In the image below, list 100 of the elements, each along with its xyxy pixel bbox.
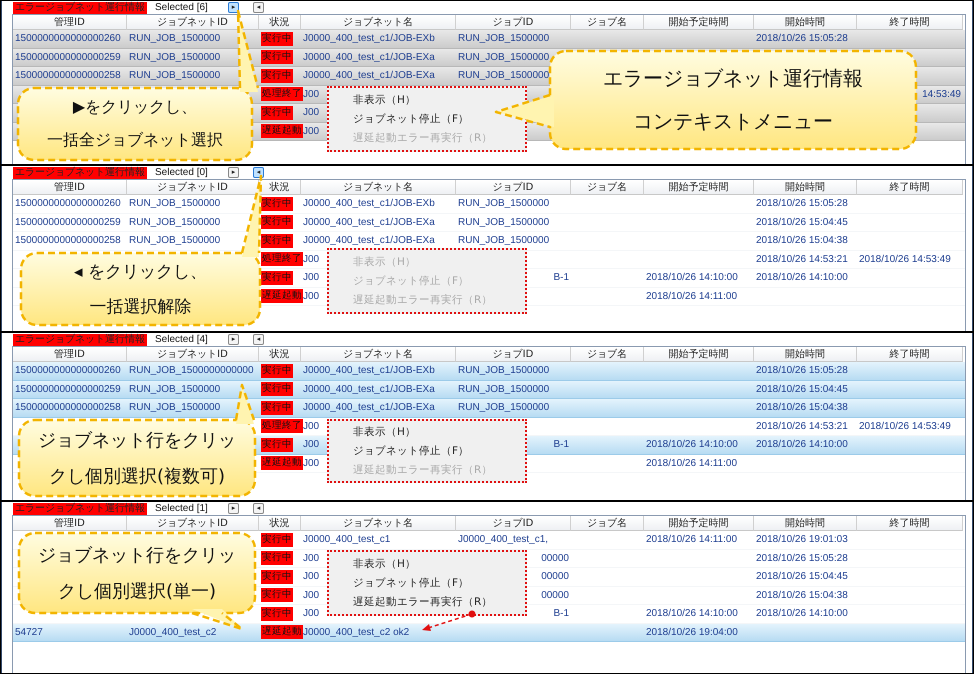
table-cell: 2018/10/26 15:04:45 <box>756 384 848 395</box>
panel-title: エラージョブネット運行情報 <box>13 334 147 346</box>
table-cell: 1500000000000000258 <box>15 70 121 82</box>
table-cell: 2018/10/26 14:11:00 <box>646 290 738 302</box>
table-cell: J0000_400_test_c1/JOB-EXb <box>303 33 435 44</box>
table-cell: RUN_JOB_1500000 <box>129 70 220 82</box>
table-cell: RUN_JOB_1500000 <box>458 33 550 44</box>
table-cell: 00000 <box>541 552 569 564</box>
table-cell: 1500000000000000258 <box>15 402 121 414</box>
table-cell: 2018/10/26 15:04:38 <box>756 590 848 601</box>
status-label: 遅延起動 <box>261 124 303 138</box>
table-cell: J00 <box>303 552 320 564</box>
panel-title: エラージョブネット運行情報 <box>13 2 147 14</box>
table-cell: J00 <box>303 439 320 450</box>
table-cell: 00000 <box>541 571 569 582</box>
selection-count: Selected [0] <box>155 167 209 178</box>
status-label: 実行中 <box>261 570 293 584</box>
table-cell: J0000_400_test_c1/JOB-EXa <box>303 70 435 82</box>
table-cell: J00 <box>303 571 320 582</box>
table-cell: 1500000000000000260 <box>15 365 121 376</box>
table-cell: 1500000000000000260 <box>15 198 121 210</box>
table-cell: J0000_400_test_c1 <box>303 534 390 546</box>
table-cell: 2018/10/26 15:05:28 <box>756 552 848 564</box>
status-label: 実行中 <box>261 270 293 285</box>
status-label: 遅延起動 <box>261 456 303 470</box>
table-cell: 2018/10/26 14:10:00 <box>756 272 848 284</box>
table-cell: 2018/10/26 15:04:45 <box>756 571 848 582</box>
status-label: 実行中 <box>261 234 293 248</box>
table-cell: 2018/10/26 14:10:00 <box>756 439 848 450</box>
table-cell: RUN_JOB_1500000 <box>458 52 550 63</box>
table-cell: J0000_400_test_c1/JOB-EXb <box>303 198 435 210</box>
table-cell: 1500000000000000259 <box>15 216 121 228</box>
table-cell: RUN_JOB_1500000 <box>458 235 550 246</box>
status-label: 実行中 <box>261 50 293 64</box>
table-cell: J00 <box>303 590 320 601</box>
table-cell: J00 <box>303 290 320 302</box>
table-cell: RUN_JOB_1500000 <box>458 198 550 210</box>
table-cell: J00 <box>303 88 320 100</box>
status-label: 実行中 <box>261 551 293 566</box>
table-cell: RUN_JOB_1500000 <box>129 198 220 210</box>
table-cell: J0000_400_test_c1/JOB-EXa <box>303 52 435 63</box>
status-label: 実行中 <box>261 438 293 452</box>
table-cell: RUN_JOB_1500000 <box>129 384 220 395</box>
table-cell: 2018/10/26 14:53:49 <box>859 420 951 432</box>
status-label: 実行中 <box>261 364 293 378</box>
table-cell: 1500000000000000260 <box>15 33 121 44</box>
status-label: 実行中 <box>261 68 293 83</box>
table-cell: B-1 <box>553 608 569 620</box>
table-cell: 2018/10/26 19:01:03 <box>756 534 848 546</box>
table-cell: RUN_JOB_1500000000000 <box>129 365 254 376</box>
table-cell: 1500000000000000258 <box>15 235 121 246</box>
status-label: 処理終了 <box>261 252 303 266</box>
table-cell: 54727 <box>15 626 43 638</box>
table-cell: 14:53:49 <box>922 88 961 100</box>
table-cell: 2018/10/26 14:11:00 <box>646 458 738 469</box>
table-cell: 2018/10/26 19:04:00 <box>646 626 738 638</box>
status-label: 遅延起動 <box>261 625 303 640</box>
table-cell: J00 <box>303 107 320 118</box>
table-cell: 1500000000000000259 <box>15 52 121 63</box>
table-cell: RUN_JOB_1500000 <box>129 216 220 228</box>
table-cell: 2018/10/26 15:05:28 <box>756 33 848 44</box>
status-label: 実行中 <box>261 532 293 547</box>
table-cell: 2018/10/26 15:04:38 <box>756 235 848 246</box>
table-cell: RUN_JOB_1500000 <box>458 384 550 395</box>
status-label: 実行中 <box>261 400 293 415</box>
table-cell: J0000_400_test_c1/JOB-EXa <box>303 216 435 228</box>
table-cell: 2018/10/26 14:10:00 <box>646 608 738 620</box>
status-label: 実行中 <box>261 606 293 621</box>
selection-count: Selected [6] <box>155 2 209 13</box>
table-cell: J00 <box>303 608 320 620</box>
table-cell: J0000_400_test_c2 <box>129 626 216 638</box>
selection-count: Selected [1] <box>155 503 209 514</box>
table-cell: J00 <box>303 420 320 432</box>
table-cell: RUN_JOB_1500000 <box>458 365 550 376</box>
selection-count: Selected [4] <box>155 334 209 345</box>
table-cell: J00 <box>303 458 320 469</box>
table-cell: 2018/10/26 14:10:00 <box>646 439 738 450</box>
table-cell: B-1 <box>553 272 569 284</box>
table-cell: 2018/10/26 15:05:28 <box>756 365 848 376</box>
table-cell: 2018/10/26 14:53:49 <box>859 254 951 265</box>
table-cell: J0000_400_test_c2 ok2 <box>303 626 410 638</box>
table-cell: J00 <box>303 126 320 137</box>
table-cell: 1500000000000000259 <box>15 384 121 395</box>
table-cell: 2018/10/26 15:05:28 <box>756 198 848 210</box>
status-label: 遅延起動 <box>261 289 303 304</box>
status-label: 実行中 <box>261 215 293 230</box>
table-cell: 00000 <box>541 590 569 601</box>
table-cell: RUN_JOB_1500000 <box>458 402 550 414</box>
table-cell: J0000_400_test_c1/JOB-EXb <box>303 365 435 376</box>
status-label: 実行中 <box>261 196 293 211</box>
table-cell: J0000_400_test_c1/JOB-EXa <box>303 384 435 395</box>
status-label: 実行中 <box>261 382 293 396</box>
table-cell: B-1 <box>553 439 569 450</box>
table-cell: 2018/10/26 14:11:00 <box>646 534 738 546</box>
table-cell: J0000_400_test_c1/JOB-EXa <box>303 402 435 414</box>
table-cell: 2018/10/26 15:04:38 <box>756 402 848 414</box>
table-cell: 2018/10/26 14:53:21 <box>756 254 848 265</box>
table-cell: J00 <box>303 272 320 284</box>
table-cell: J00 <box>303 254 320 265</box>
table-cell: RUN_JOB_1500000 <box>129 33 220 44</box>
